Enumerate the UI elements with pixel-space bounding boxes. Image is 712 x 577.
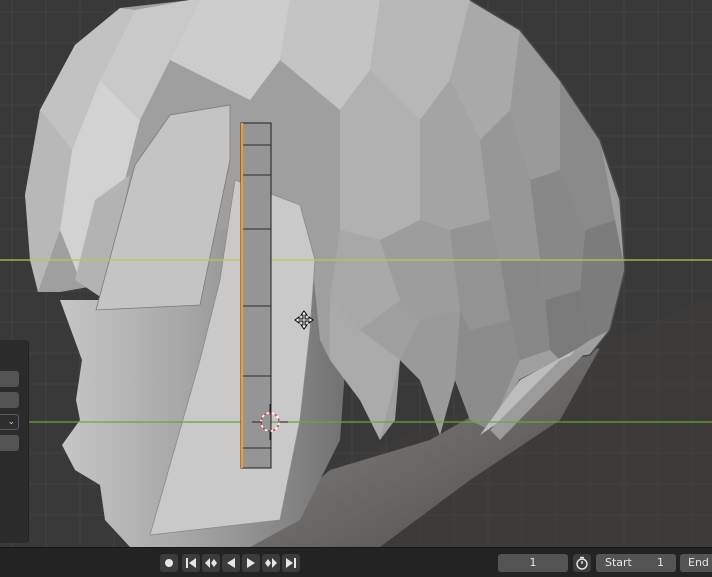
jump-end-button[interactable] — [282, 554, 300, 572]
jump-end-icon — [286, 558, 296, 568]
panel-field-1[interactable] — [0, 371, 19, 387]
panel-dropdown[interactable]: ⌄ — [0, 414, 19, 430]
next-keyframe-icon — [265, 558, 277, 568]
play-reverse-button[interactable] — [222, 554, 240, 572]
play-reverse-icon — [227, 558, 235, 568]
end-label: End — [688, 556, 709, 569]
jump-start-button[interactable] — [182, 554, 200, 572]
use-preview-range-button[interactable] — [573, 554, 591, 572]
keyframe-button[interactable] — [160, 554, 178, 572]
next-keyframe-button[interactable] — [262, 554, 280, 572]
3d-viewport[interactable]: ⌄ — [0, 0, 712, 547]
keyframe-group — [160, 554, 178, 572]
end-frame-field[interactable]: End — [680, 554, 712, 572]
playback-controls — [182, 554, 300, 572]
prev-keyframe-icon — [205, 558, 217, 568]
jump-start-icon — [186, 558, 196, 568]
prev-keyframe-button[interactable] — [202, 554, 220, 572]
keyframe-dot-icon — [165, 559, 173, 567]
chevron-down-icon: ⌄ — [7, 417, 15, 427]
play-icon — [247, 558, 255, 568]
start-value: 1 — [657, 556, 664, 569]
panel-field-2[interactable] — [0, 392, 19, 408]
play-button[interactable] — [242, 554, 260, 572]
current-frame-field[interactable]: 1 — [498, 554, 568, 572]
viewport-canvas[interactable] — [0, 0, 712, 547]
tool-settings-panel: ⌄ — [0, 340, 29, 543]
stopwatch-icon — [576, 556, 588, 570]
start-frame-field[interactable]: Start 1 — [596, 554, 676, 572]
panel-field-3[interactable] — [0, 435, 19, 451]
selected-strip-mesh[interactable] — [240, 122, 272, 469]
start-label: Start — [605, 556, 632, 569]
timeline-bar: 1 Start 1 End — [0, 547, 712, 577]
